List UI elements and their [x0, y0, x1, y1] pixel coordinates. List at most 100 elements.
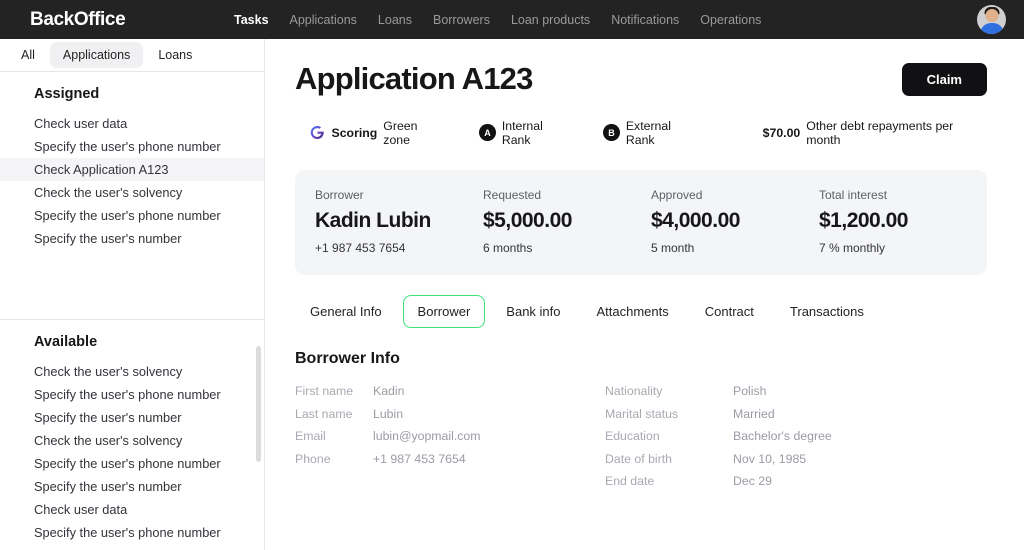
nav-link-loan-products[interactable]: Loan products	[511, 13, 590, 27]
app-logo[interactable]: BackOffice	[30, 9, 230, 31]
info-key: Email	[295, 429, 326, 444]
sidebar-filter-tabs: All Applications Loans	[0, 39, 264, 72]
info-value: +1 987 453 7654	[373, 451, 466, 466]
scoring-zone: Green zone	[383, 118, 418, 147]
scoring-group: Scoring Green zone	[309, 119, 446, 147]
available-task-item[interactable]: Specify the user's number	[0, 475, 264, 498]
scoring-banner: Scoring Green zone A Internal Rank B Ext…	[295, 114, 987, 151]
available-task-item[interactable]: Specify the user's number	[0, 406, 264, 429]
tab-attachments[interactable]: Attachments	[582, 295, 684, 328]
stat-sub: 7 % monthly	[819, 241, 886, 255]
available-task-item[interactable]: Check the user's solvency	[0, 429, 264, 452]
sidebar-filter-applications[interactable]: Applications	[49, 42, 144, 68]
application-detail-panel: Application A123 Claim Scoring Green zon…	[265, 39, 1024, 550]
other-debt-label: Other debt repayments per month	[806, 118, 954, 147]
stat-borrower: Borrower Kadin Lubin +1 987 453 7654	[315, 188, 483, 275]
tab-bank-info[interactable]: Bank info	[491, 295, 575, 328]
tab-borrower[interactable]: Borrower	[402, 295, 486, 328]
sidebar-filter-loans[interactable]: Loans	[145, 42, 205, 68]
available-heading: Available	[34, 334, 98, 350]
stat-value: $5,000.00	[483, 209, 572, 232]
sidebar-filter-all[interactable]: All	[8, 42, 48, 68]
nav-link-operations[interactable]: Operations	[700, 13, 761, 27]
stat-label: Requested	[483, 188, 542, 202]
stat-value: $4,000.00	[651, 209, 740, 232]
page-header: Application A123 Claim	[265, 39, 1024, 97]
internal-rank-label: Internal Rank	[501, 118, 543, 147]
info-value: Kadin	[373, 384, 405, 399]
info-key: Phone	[295, 451, 331, 466]
info-row: Date of birth Nov 10, 1985	[605, 448, 915, 471]
stat-total-interest: Total interest $1,200.00 7 % monthly	[819, 188, 987, 275]
sidebar-scrollbar[interactable]	[256, 346, 261, 462]
stat-sub: 5 month	[651, 241, 695, 255]
borrower-info-grid: First name Kadin Last name Lubin Email lubin@…	[295, 380, 1024, 493]
info-key: Date of birth	[605, 451, 672, 466]
nav-link-notifications[interactable]: Notifications	[611, 13, 679, 27]
available-task-item[interactable]: Specify the user's phone number	[0, 383, 264, 406]
internal-rank-badge: A	[479, 124, 496, 141]
info-key: Marital status	[605, 406, 679, 421]
assigned-task-item[interactable]: Check user data	[0, 112, 264, 135]
info-row: Education Bachelor's degree	[605, 425, 915, 448]
avatar-body	[979, 23, 1004, 34]
borrower-info-left-column: First name Kadin Last name Lubin Email lubin@…	[295, 380, 605, 493]
claim-button[interactable]: Claim	[901, 62, 987, 96]
nav-link-loans[interactable]: Loans	[378, 13, 412, 27]
info-key: Last name	[295, 406, 353, 421]
assigned-task-item[interactable]: Specify the user's phone number	[0, 204, 264, 227]
available-task-list: Check the user's solvency Specify the use…	[0, 360, 264, 550]
primary-nav: Tasks Applications Loans Borrowers Loan prod…	[234, 13, 761, 27]
external-rank-group: B External Rank	[603, 119, 702, 147]
external-rank-badge: B	[603, 124, 620, 141]
avatar-face	[985, 9, 998, 22]
task-sidebar: All Applications Loans Assigned Check user…	[0, 39, 265, 550]
assigned-task-list: Check user data Specify the user's phone …	[0, 112, 264, 250]
stat-value: Kadin Lubin	[315, 209, 431, 232]
assigned-task-item[interactable]: Check Application A123	[0, 158, 264, 181]
tab-transactions[interactable]: Transactions	[775, 295, 879, 328]
info-row: Last name Lubin	[295, 403, 605, 426]
nav-link-borrowers[interactable]: Borrowers	[433, 13, 490, 27]
top-navigation-bar: BackOffice Tasks Applications Loans Borrowe…	[0, 0, 1024, 39]
info-row: Email lubin@yopmail.com	[295, 425, 605, 448]
external-rank-label: External Rank	[625, 118, 671, 147]
assigned-task-item[interactable]: Specify the user's number	[0, 227, 264, 250]
stat-label: Approved	[651, 188, 703, 202]
info-key: Nationality	[605, 384, 663, 399]
info-key: First name	[295, 384, 354, 399]
info-value: Nov 10, 1985	[733, 451, 807, 466]
assigned-task-item[interactable]: Check the user's solvency	[0, 181, 264, 204]
tab-contract[interactable]: Contract	[690, 295, 769, 328]
stat-sub: 6 months	[483, 241, 533, 255]
stat-requested: Requested $5,000.00 6 months	[483, 188, 651, 275]
nav-link-applications[interactable]: Applications	[290, 13, 357, 27]
available-task-item[interactable]: Specify the user's phone number	[0, 521, 264, 544]
stat-approved: Approved $4,000.00 5 month	[651, 188, 819, 275]
info-value: Bachelor's degree	[733, 429, 832, 444]
other-debt-amount: $70.00	[762, 125, 801, 140]
assigned-section: Assigned Check user data Specify the user…	[0, 72, 264, 320]
tab-general-info[interactable]: General Info	[295, 295, 397, 328]
assigned-task-item[interactable]: Specify the user's phone number	[0, 135, 264, 158]
info-value: Polish	[733, 384, 767, 399]
info-row: End date Dec 29	[605, 470, 915, 493]
available-section: Available Check the user's solvency Speci…	[0, 320, 264, 550]
available-task-item[interactable]: Check user data	[0, 498, 264, 521]
available-task-item[interactable]: Check Application A123	[0, 544, 264, 550]
info-row: Phone +1 987 453 7654	[295, 448, 605, 471]
detail-tabs: General Info Borrower Bank info Attachments…	[295, 295, 1024, 328]
available-task-item[interactable]: Check the user's solvency	[0, 360, 264, 383]
internal-rank-group: A Internal Rank	[479, 119, 574, 147]
google-g-icon	[310, 126, 324, 139]
borrower-info-title: Borrower Info	[295, 350, 400, 367]
stat-label: Borrower	[315, 188, 364, 202]
info-row: First name Kadin	[295, 380, 605, 403]
info-key: Education	[605, 429, 660, 444]
available-task-item[interactable]: Specify the user's phone number	[0, 452, 264, 475]
stat-sub: +1 987 453 7654	[315, 241, 406, 255]
nav-link-tasks[interactable]: Tasks	[234, 13, 269, 27]
info-value: Dec 29	[733, 474, 772, 489]
avatar[interactable]	[977, 5, 1006, 34]
scoring-label: Scoring	[331, 125, 378, 140]
